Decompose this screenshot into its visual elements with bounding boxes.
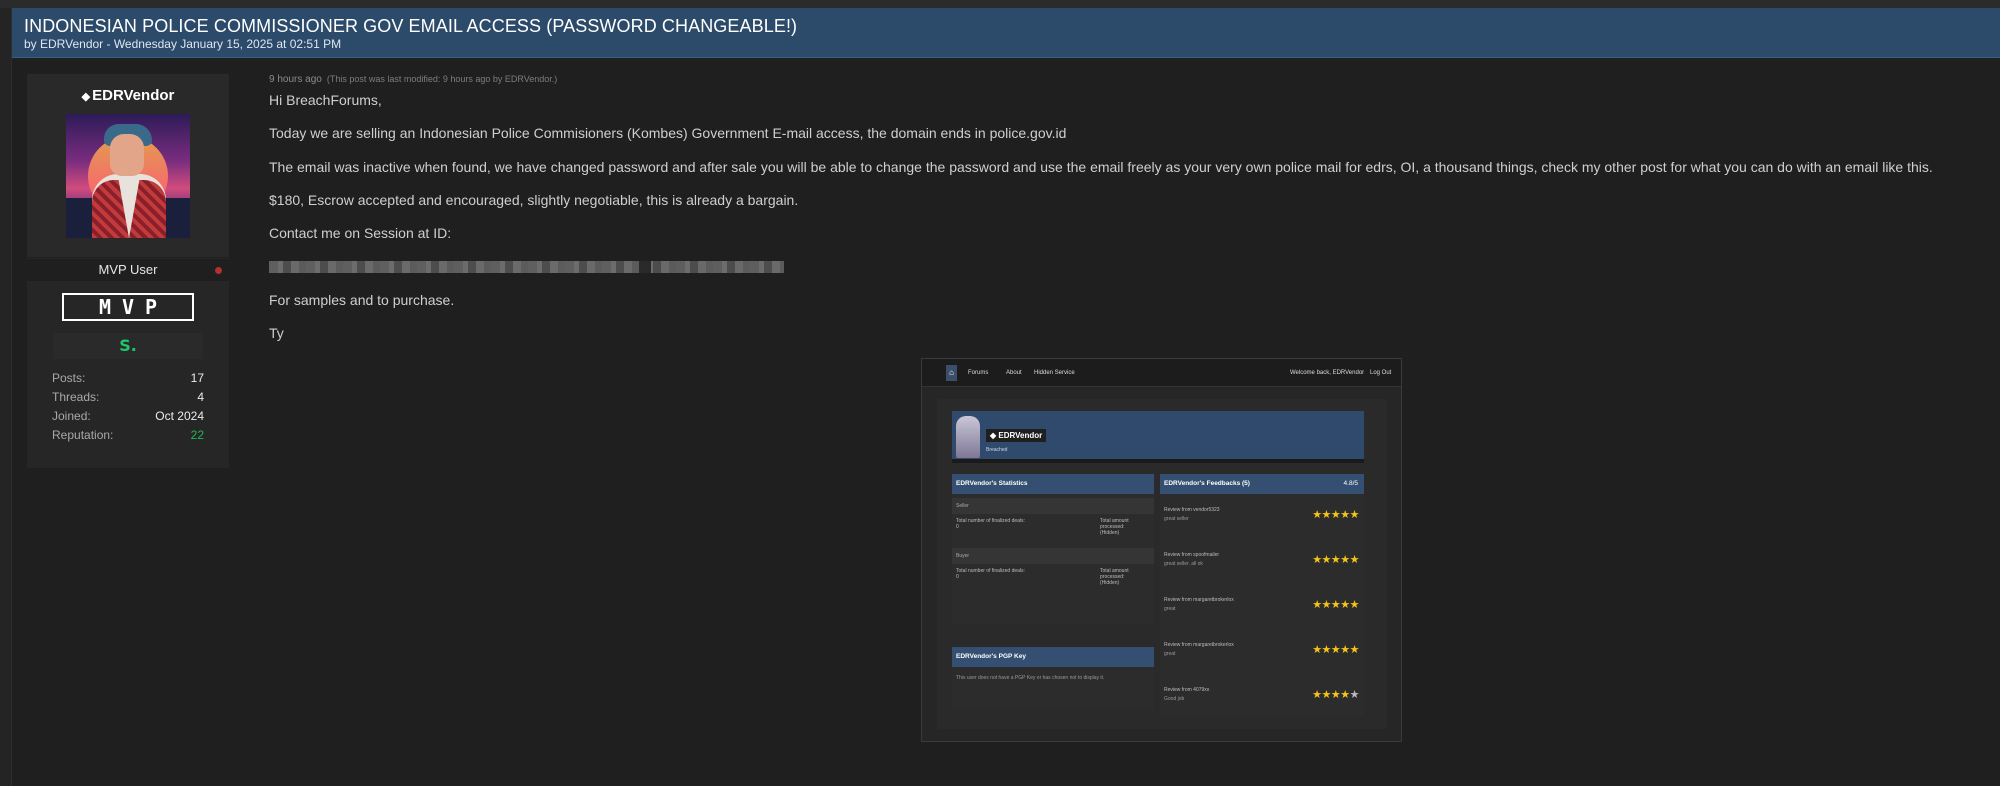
user-rank: MVP User	[27, 259, 229, 281]
stat-reputation: Reputation: 22	[52, 426, 204, 445]
screenshot-band	[952, 459, 1364, 463]
screenshot-review: Review from margaretbrokerlox great ★★★★…	[1164, 642, 1359, 657]
avatar-face	[110, 134, 144, 176]
author-panel: ◆ EDRVendor MVP User MVP S. Posts: 17 Thr…	[27, 74, 229, 468]
thread-title: INDONESIAN POLICE COMMISSIONER GOV EMAIL…	[24, 16, 798, 36]
screenshot-review: Review from margaretbrokerlox great ★★★★…	[1164, 597, 1359, 612]
screenshot-buyer-label: Buyer	[952, 548, 1154, 564]
stat-label: Posts:	[52, 371, 86, 385]
stat-value: Oct 2024	[155, 409, 204, 423]
gem-icon: ◆	[81, 91, 91, 103]
stat-value[interactable]: 17	[191, 369, 204, 388]
screenshot-feedback-panel: EDRVendor's Feedbacks (5) 4.8/5 Review f…	[1160, 474, 1364, 716]
stat-value[interactable]: 4	[197, 388, 204, 407]
screenshot-profile: ◆ EDRVendor Breached	[952, 411, 1364, 459]
screenshot-profile-group: Breached	[986, 447, 1008, 453]
post-line: Hi BreachForums,	[269, 92, 382, 108]
star-rating-icon: ★★★★★	[1312, 644, 1359, 656]
screenshot-buyer-stats: Total number of finalized deals: 0 Total …	[956, 568, 1129, 586]
embedded-screenshot[interactable]: ⌂ Forums About Hidden Service Welcome ba…	[921, 358, 1402, 742]
stat-posts: Posts: 17	[52, 369, 204, 388]
author-name-text: EDRVendor	[92, 87, 175, 104]
post-line: For samples and to purchase.	[269, 292, 455, 308]
stat-label: Joined:	[52, 409, 91, 423]
reputation-value[interactable]: 22	[191, 426, 204, 445]
author-name[interactable]: ◆ EDRVendor	[27, 74, 229, 104]
redacted-session-id	[269, 261, 784, 273]
stat-threads: Threads: 4	[52, 388, 204, 407]
home-icon: ⌂	[946, 365, 957, 381]
stat-label: Threads:	[52, 390, 100, 404]
redaction-gap	[639, 261, 651, 273]
nav-welcome: Welcome back, EDRVendor	[1290, 370, 1365, 376]
post-line: Contact me on Session at ID:	[269, 225, 452, 241]
screenshot-pgp-panel: EDRVendor's PGP Key This user does not h…	[952, 647, 1154, 709]
nav-link: Hidden Service	[1034, 370, 1075, 376]
screenshot-navbar: ⌂ Forums About Hidden Service Welcome ba…	[922, 359, 1401, 387]
left-rail	[0, 8, 12, 786]
screenshot-page: ◆ EDRVendor Breached EDRVendor's Statist…	[937, 399, 1387, 729]
post-time[interactable]: 9 hours ago	[269, 74, 322, 85]
user-rank-label: MVP User	[98, 262, 158, 277]
screenshot-avatar	[956, 416, 980, 458]
nav-logout: Log Out	[1370, 370, 1392, 376]
nav-link: About	[1006, 370, 1022, 376]
stat-label: Reputation:	[52, 428, 114, 442]
screenshot-pgp-title: EDRVendor's PGP Key	[952, 647, 1154, 667]
star-rating-icon: ★★★★★	[1312, 599, 1359, 611]
screenshot-profile-name: ◆ EDRVendor	[986, 429, 1047, 442]
screenshot-review: Review from spoofmailer great seller. al…	[1164, 552, 1359, 567]
mvp-badge: MVP	[62, 293, 194, 321]
author-card: ◆ EDRVendor	[27, 74, 229, 258]
screenshot-review: Review from vendor5323 great seller ★★★★…	[1164, 507, 1359, 522]
screenshot-stats-title: EDRVendor's Statistics	[952, 474, 1154, 494]
stat-joined: Joined: Oct 2024	[52, 407, 204, 426]
nav-link: Forums	[968, 370, 989, 376]
screenshot-stats-panel: EDRVendor's Statistics Seller Total numb…	[952, 474, 1154, 624]
avatar[interactable]	[66, 114, 190, 238]
star-rating-icon: ★★★★★	[1312, 509, 1359, 521]
thread-byline: by EDRVendor - Wednesday January 15, 202…	[24, 37, 342, 51]
thread-header: INDONESIAN POLICE COMMISSIONER GOV EMAIL…	[12, 8, 2000, 58]
s-badge: S.	[53, 333, 203, 359]
offline-status-icon	[215, 267, 222, 274]
post-modified-note: (This post was last modified: 9 hours ag…	[326, 74, 558, 84]
screenshot-feedback-score: 4.8/5	[1343, 480, 1358, 487]
post-meta: 9 hours ago (This post was last modified:…	[269, 74, 1989, 88]
star-rating-icon: ★★★★★	[1312, 689, 1359, 701]
star-rating-icon: ★★★★★	[1312, 554, 1359, 566]
screenshot-review: Review from 4079xx Good job ★★★★★	[1164, 687, 1360, 702]
post-line: $180, Escrow accepted and encouraged, sl…	[269, 192, 799, 208]
post-line: Ty	[269, 325, 284, 341]
top-strip	[0, 0, 2000, 8]
post-line: Today we are selling an Indonesian Polic…	[269, 125, 1067, 141]
screenshot-seller-label: Seller	[952, 498, 1154, 514]
screenshot-feedback-title: EDRVendor's Feedbacks (5) 4.8/5	[1160, 474, 1364, 494]
post-line: The email was inactive when found, we ha…	[269, 159, 1933, 175]
screenshot-pgp-note: This user does not have a PGP Key or has…	[956, 675, 1105, 681]
post-body: 9 hours ago (This post was last modified:…	[269, 74, 1989, 341]
screenshot-seller-stats: Total number of finalized deals: 0 Total …	[956, 518, 1129, 536]
author-stats: Posts: 17 Threads: 4 Joined: Oct 2024 Re…	[52, 369, 204, 445]
